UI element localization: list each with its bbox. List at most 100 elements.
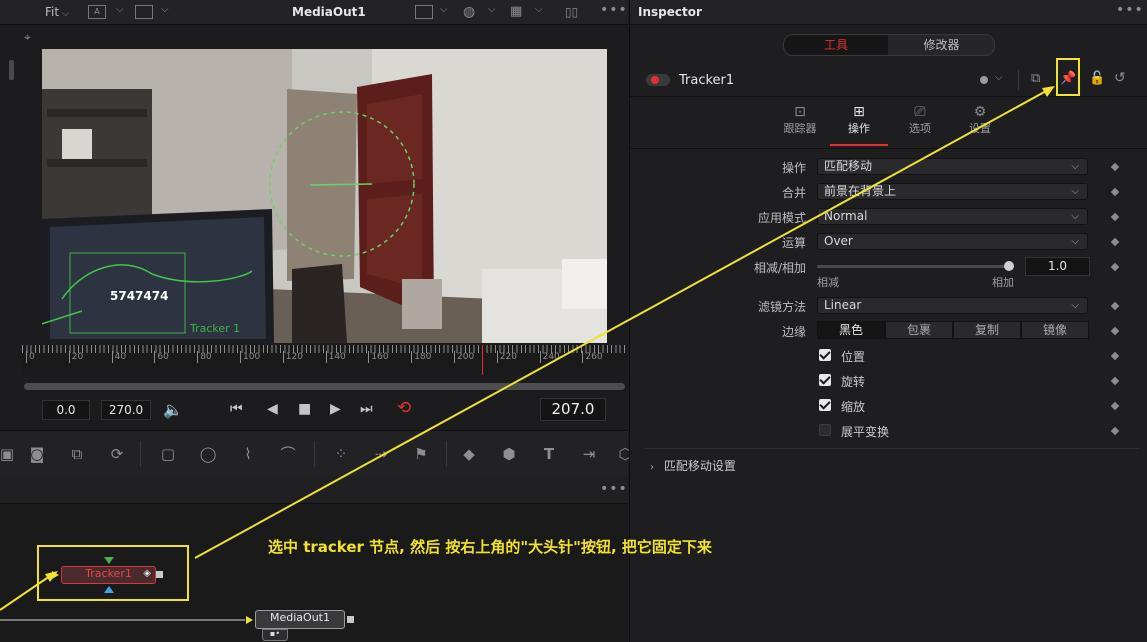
chevron-down-icon[interactable]: ⌵: [488, 4, 496, 15]
chevron-down-icon[interactable]: ⌵: [161, 4, 169, 15]
fit-dropdown[interactable]: Fit ⌵: [45, 5, 69, 19]
chevron-down-icon[interactable]: ⌵: [440, 4, 448, 15]
chevron-down-icon: ⌵: [1071, 211, 1079, 222]
keyframe-diamond-icon[interactable]: [1110, 212, 1120, 222]
apply-mode-dropdown[interactable]: Normal ⌵: [817, 208, 1088, 225]
flatten-transform-checkbox[interactable]: [819, 424, 831, 436]
flatten-transform-label: 展平变换: [841, 425, 890, 439]
particle-emitter-icon[interactable]: ⁘: [328, 442, 354, 466]
polygon-tool-icon[interactable]: ⌇: [235, 442, 261, 466]
play-icon[interactable]: ▶: [330, 401, 341, 417]
edges-option-wrap[interactable]: 包裹: [885, 321, 953, 339]
timeline-ruler[interactable]: 0 20 40 60 80 100 120 140 160 180 200 220 240 260: [22, 345, 627, 375]
text3d-icon[interactable]: T: [536, 442, 562, 466]
divider: [630, 96, 1147, 97]
rotation-checkbox[interactable]: [819, 374, 831, 386]
skip-to-end-icon[interactable]: ⏭: [360, 401, 373, 417]
chevron-right-icon: ›: [650, 462, 654, 473]
operator-dropdown[interactable]: Over ⌵: [817, 233, 1088, 250]
more-options-icon[interactable]: •••: [600, 2, 628, 18]
particle-style-icon[interactable]: ⚑: [408, 442, 434, 466]
media-out-port[interactable]: [347, 616, 354, 623]
lut-icon[interactable]: [415, 5, 433, 19]
edges-option-duplicate[interactable]: 复制: [953, 321, 1021, 339]
node-color-dot-icon[interactable]: [980, 76, 988, 84]
ellipse-tool-icon[interactable]: ◯: [195, 442, 221, 466]
play-reverse-icon[interactable]: ◀: [267, 401, 278, 417]
viewer-scrollbar[interactable]: [9, 60, 14, 80]
keyframe-diamond-icon[interactable]: [1110, 301, 1120, 311]
color-channels-icon[interactable]: ◍: [463, 4, 475, 20]
slider-handle[interactable]: [1004, 261, 1014, 271]
shape3d-icon[interactable]: ⬢: [496, 442, 522, 466]
lock-icon[interactable]: 🔓: [1089, 71, 1105, 86]
rectangle-tool-icon[interactable]: ▢: [155, 442, 181, 466]
stop-icon[interactable]: ■: [298, 401, 311, 417]
end-time-field[interactable]: 270.0: [101, 400, 151, 420]
keyframe-diamond-icon[interactable]: [1110, 237, 1120, 247]
text-overlay-icon[interactable]: A: [88, 5, 106, 19]
loop-icon[interactable]: ⟲: [397, 398, 411, 418]
node-enable-toggle[interactable]: [646, 74, 670, 86]
edges-option-black[interactable]: 黑色: [817, 321, 885, 339]
timeline-scrollbar[interactable]: [24, 383, 625, 390]
sub-tab-tracker[interactable]: ⊡ 跟踪器: [780, 104, 820, 144]
transform-tool-icon[interactable]: ⟳: [104, 442, 130, 466]
keyframe-diamond-icon[interactable]: [1110, 376, 1120, 386]
sub-tab-settings[interactable]: ⚙ 设置: [960, 104, 1000, 144]
operation-dropdown[interactable]: 匹配移动 ⌵: [817, 158, 1088, 175]
subtractive-additive-value[interactable]: 1.0: [1025, 257, 1090, 276]
scale-checkbox[interactable]: [819, 399, 831, 411]
keyframe-diamond-icon[interactable]: [1110, 426, 1120, 436]
separator: [140, 441, 141, 467]
grid-icon[interactable]: ▦: [510, 4, 522, 19]
sub-tab-options[interactable]: ⎚ 选项: [900, 104, 940, 144]
dual-view-icon[interactable]: ▯▯: [565, 5, 578, 19]
tab-tools[interactable]: 工具: [784, 35, 888, 55]
crosshair-icon[interactable]: ⌖: [24, 30, 31, 45]
rotation-label: 旋转: [841, 375, 866, 389]
viewer-image[interactable]: 5747474 Tracker 1: [42, 49, 607, 343]
keyframe-diamond-icon[interactable]: [1110, 262, 1120, 272]
media-out-node[interactable]: MediaOut1: [255, 610, 345, 629]
background-tool-icon[interactable]: ▣: [0, 442, 20, 466]
chevron-down-icon[interactable]: ⌵: [116, 4, 124, 15]
keyframe-diamond-icon[interactable]: [1110, 162, 1120, 172]
media-out-view-toggle[interactable]: ▪•: [262, 629, 288, 641]
position-checkbox[interactable]: [819, 349, 831, 361]
edges-option-mirror[interactable]: 镜像: [1021, 321, 1089, 339]
subtractive-additive-label: 相减/相加: [753, 261, 806, 275]
viewer-toolbar: Fit ⌵ A ⌵ ⌵ MediaOut1 ⌵ ◍ ⌵ ▦ ⌵ ▯▯ •••: [0, 0, 628, 25]
filter-method-dropdown[interactable]: Linear ⌵: [817, 297, 1088, 314]
separator: [314, 441, 315, 467]
sub-tab-operation[interactable]: ⊞ 操作: [830, 104, 888, 146]
tab-modifiers[interactable]: 修改器: [889, 35, 994, 55]
skip-to-start-icon[interactable]: ⏮: [230, 401, 243, 417]
keyframe-diamond-icon[interactable]: [1110, 351, 1120, 361]
match-move-settings-section[interactable]: › 匹配移动设置: [650, 457, 736, 474]
merge-dropdown[interactable]: 前景在背景上 ⌵: [817, 183, 1088, 200]
merge-label: 合并: [781, 186, 806, 200]
viewer-title: MediaOut1: [292, 5, 366, 19]
keyframe-diamond-icon[interactable]: [1110, 187, 1120, 197]
subtractive-additive-slider[interactable]: [817, 265, 1012, 268]
keyframe-diamond-icon[interactable]: [1110, 326, 1120, 336]
roi-icon[interactable]: [135, 5, 153, 19]
reset-icon[interactable]: ↺: [1114, 70, 1126, 86]
more-options-icon[interactable]: •••: [1116, 2, 1144, 18]
versions-icon[interactable]: ⧉: [1031, 71, 1040, 86]
chevron-down-icon[interactable]: ⌵: [535, 4, 543, 15]
volume-icon[interactable]: 🔈: [163, 400, 183, 419]
particle-render-icon[interactable]: ⇢: [368, 442, 394, 466]
playhead[interactable]: [482, 345, 483, 375]
current-frame-field[interactable]: 207.0: [540, 398, 606, 421]
chevron-down-icon[interactable]: ⌵: [995, 72, 1003, 83]
tracker-icon: ⊡: [794, 104, 806, 120]
start-time-field[interactable]: 0.0: [42, 400, 90, 420]
merge3d-icon[interactable]: ⇥: [576, 442, 602, 466]
bspline-tool-icon[interactable]: ⌒: [275, 442, 301, 466]
image-plane-icon[interactable]: ◆: [456, 442, 482, 466]
paint-tool-icon[interactable]: ◙: [24, 442, 50, 466]
keyframe-diamond-icon[interactable]: [1110, 401, 1120, 411]
merge-tool-icon[interactable]: ⧉: [64, 442, 90, 466]
